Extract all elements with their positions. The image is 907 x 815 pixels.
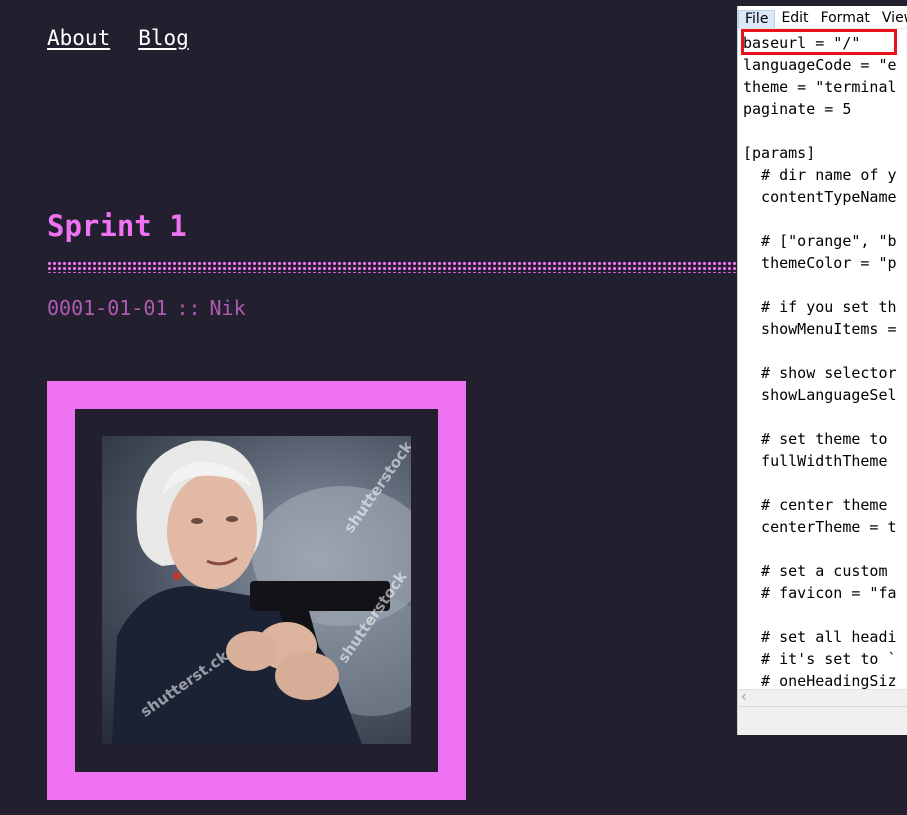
editor-line: # set all headi	[743, 628, 897, 646]
editor-line: languageCode = "e	[743, 56, 897, 74]
editor-line: # favicon = "fa	[743, 584, 897, 602]
post-author: Nik	[209, 296, 246, 320]
editor-line: fullWidthTheme	[743, 452, 888, 470]
nav-about-link[interactable]: About	[47, 26, 110, 50]
post-meta: 0001-01-01 :: Nik	[47, 296, 246, 320]
meta-separator: ::	[176, 296, 201, 320]
notepad-window: File Edit Format View baseurl = "/" langu…	[737, 6, 907, 735]
editor-line: showMenuItems =	[743, 320, 897, 338]
status-bar	[738, 706, 907, 735]
nav-blog-link[interactable]: Blog	[138, 26, 189, 50]
title-divider	[47, 261, 737, 273]
editor-line: themeColor = "p	[743, 254, 897, 272]
menu-file[interactable]: File	[738, 10, 776, 28]
post-title[interactable]: Sprint 1	[47, 209, 187, 243]
editor-line: # center theme	[743, 496, 888, 514]
editor-line: contentTypeName	[743, 188, 897, 206]
editor-line: # dir name of y	[743, 166, 897, 184]
notepad-menubar: File Edit Format View	[738, 6, 907, 29]
editor-line: theme = "terminal	[743, 78, 897, 96]
image-frame-outer: shutterstock shutterstock shutterst.ck	[47, 381, 466, 800]
editor-line: showLanguageSel	[743, 386, 897, 404]
horizontal-scrollbar[interactable]: ‹	[738, 689, 907, 707]
editor-line: paginate = 5	[743, 100, 852, 118]
post-image: shutterstock shutterstock shutterst.ck	[102, 436, 411, 744]
editor-line: [params]	[743, 144, 816, 162]
editor-line: centerTheme = t	[743, 518, 897, 536]
notepad-text-area[interactable]: baseurl = "/" languageCode = "e theme = "t…	[743, 32, 897, 692]
editor-line: # ["orange", "b	[743, 232, 897, 250]
editor-line: # set theme to	[743, 430, 888, 448]
menu-view[interactable]: View	[876, 10, 907, 28]
editor-line: # if you set th	[743, 298, 897, 316]
menu-format[interactable]: Format	[815, 10, 876, 28]
top-nav: About Blog	[47, 26, 189, 50]
image-frame-inner: shutterstock shutterstock shutterst.ck	[75, 409, 438, 772]
post-date: 0001-01-01	[47, 296, 168, 320]
editor-line: # it's set to `	[743, 650, 897, 668]
menu-edit[interactable]: Edit	[775, 10, 814, 28]
editor-line: # show selector	[743, 364, 897, 382]
editor-line: baseurl = "/"	[743, 34, 861, 52]
editor-line: # set a custom	[743, 562, 888, 580]
scroll-left-icon[interactable]: ‹	[741, 689, 747, 705]
